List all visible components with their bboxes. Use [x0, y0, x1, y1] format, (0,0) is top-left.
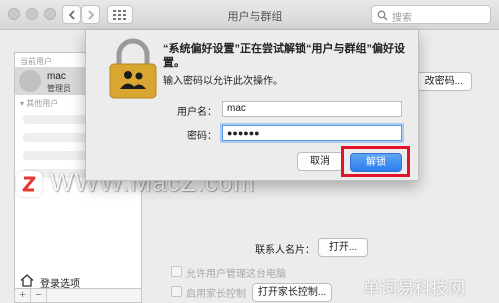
- zoom-window-button[interactable]: [44, 8, 56, 20]
- z-logo-icon: [22, 176, 36, 192]
- add-user-button[interactable]: +: [15, 289, 31, 302]
- title-bar: 用户与群组 搜索: [0, 0, 499, 30]
- open-contacts-button[interactable]: 打开...: [318, 238, 368, 257]
- close-window-button[interactable]: [8, 8, 20, 20]
- other-users-header[interactable]: ▾ 其他用户: [20, 98, 58, 109]
- dialog-sub-message: 输入密码以允许此次操作。: [163, 76, 283, 87]
- grid-icon: [113, 10, 126, 20]
- login-options-label: 登录选项: [40, 279, 80, 290]
- password-field[interactable]: ●●●●●●: [222, 125, 402, 141]
- sidebar-toolbar: + −: [14, 289, 142, 303]
- checkbox[interactable]: [171, 286, 182, 297]
- unlock-button[interactable]: 解锁: [350, 153, 402, 172]
- dialog-message: “系统偏好设置”正在尝试解锁“用户与群组”偏好设置。: [163, 43, 405, 69]
- chevron-left-icon: [68, 10, 75, 20]
- back-button[interactable]: [62, 5, 81, 24]
- cancel-button[interactable]: 取消: [297, 152, 343, 171]
- authentication-dialog: “系统偏好设置”正在尝试解锁“用户与群组”偏好设置。 输入密码以允许此次操作。 …: [85, 30, 419, 181]
- list-item[interactable]: [23, 151, 87, 160]
- search-placeholder: 搜索: [392, 13, 412, 24]
- avatar: [19, 70, 41, 92]
- show-all-button[interactable]: [107, 5, 133, 24]
- username-label: 用户名：: [177, 107, 217, 118]
- current-users-header: 当前用户: [20, 57, 52, 66]
- watermark-logo: [16, 171, 42, 197]
- chevron-right-icon: [87, 10, 94, 20]
- user-name: mac: [47, 71, 66, 82]
- checkbox[interactable]: [171, 266, 182, 277]
- username-field[interactable]: mac: [222, 101, 402, 117]
- minimize-window-button[interactable]: [26, 8, 38, 20]
- parental-controls-label: 启用家长控制: [186, 289, 246, 300]
- window-title: 用户与群组: [227, 11, 283, 23]
- house-icon: [20, 274, 34, 287]
- contacts-card-label: 联系人名片：: [255, 245, 315, 256]
- allow-admin-label: 允许用户管理这台电脑: [186, 269, 286, 280]
- login-options-item[interactable]: 登录选项: [20, 274, 80, 290]
- search-field[interactable]: 搜索: [371, 5, 491, 24]
- open-parental-controls-button[interactable]: 打开家长控制...: [252, 283, 332, 302]
- forward-button[interactable]: [81, 5, 100, 24]
- corner-watermark: 单词易科技网: [363, 279, 465, 298]
- user-role: 管理员: [47, 84, 71, 93]
- search-icon: [377, 10, 388, 21]
- remove-user-button[interactable]: −: [31, 289, 47, 302]
- lock-icon: [109, 38, 157, 99]
- password-label: 密码：: [187, 131, 217, 142]
